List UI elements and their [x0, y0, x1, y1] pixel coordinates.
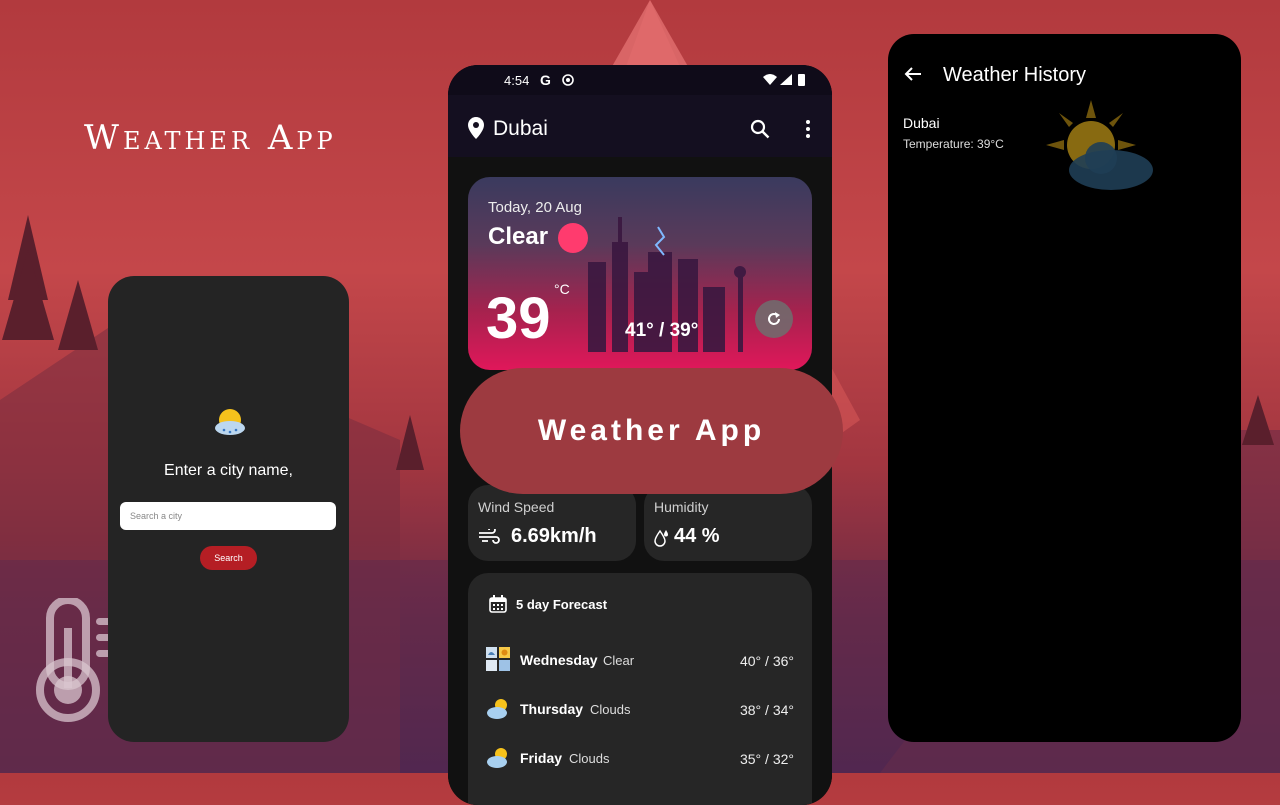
more-vert-icon[interactable]	[804, 119, 812, 139]
status-time: 4:54	[504, 73, 530, 88]
hero-temperature: 39	[486, 286, 551, 351]
city-title: Dubai	[493, 117, 548, 140]
notification-circle-icon	[562, 74, 574, 86]
refresh-icon	[768, 312, 780, 325]
history-entry-city[interactable]: Dubai	[903, 115, 940, 131]
hero-condition: Clear	[488, 223, 549, 250]
history-title: Weather History	[943, 64, 1087, 86]
search-icon[interactable]	[750, 119, 770, 139]
humidity-label: Humidity	[654, 499, 709, 515]
sun-cloud-snow-icon	[215, 409, 245, 435]
temperature-unit: °C	[554, 281, 570, 297]
wind-label: Wind Speed	[478, 499, 555, 515]
weather-app-badge: Weather App	[460, 368, 843, 494]
forecast-temps: 40° / 36°	[739, 653, 794, 669]
forecast-day: Wednesday	[520, 652, 598, 668]
search-heading: Enter a city name,	[164, 462, 293, 479]
search-button[interactable]: Search	[200, 546, 257, 570]
sun-cloud-icon	[1046, 100, 1153, 190]
app-bar: Dubai	[448, 95, 832, 157]
forecast-row: Friday Clouds 35° / 32°	[486, 745, 796, 771]
forecast-condition: Clear	[603, 653, 635, 668]
wind-value: 6.69km/h	[511, 525, 597, 547]
refresh-button[interactable]	[755, 300, 793, 338]
wind-speed-card: Wind Speed 6.69km/h	[468, 485, 636, 561]
history-entry-temperature: Temperature: 39°C	[903, 137, 1004, 151]
forecast-title: 5 day Forecast	[516, 597, 608, 612]
calendar-icon	[489, 595, 507, 613]
forecast-temps: 35° / 32°	[739, 751, 794, 767]
forecast-condition: Clouds	[590, 702, 631, 717]
forecast-temps: 38° / 34°	[739, 702, 794, 718]
back-arrow-icon[interactable]	[904, 66, 922, 82]
humidity-value: 44 %	[674, 525, 720, 547]
promo-title: Weather App	[84, 118, 337, 158]
weather-grid-icon	[486, 647, 510, 671]
current-weather-card: Today, 20 Aug Clear 39 °C 41° / 39°	[468, 177, 812, 370]
status-bar: 4:54 G	[448, 65, 832, 95]
hero-temp-range: 41° / 39°	[625, 320, 699, 341]
droplet-icon	[654, 529, 668, 547]
sun-cloud-icon	[487, 748, 507, 768]
sun-cloud-icon	[487, 699, 507, 719]
wind-icon	[479, 529, 500, 544]
status-signal-icons	[763, 74, 805, 86]
forecast-condition: Clouds	[569, 751, 610, 766]
search-input[interactable]	[120, 502, 336, 530]
hero-date: Today, 20 Aug	[488, 199, 582, 216]
humidity-card: Humidity 44 %	[644, 485, 812, 561]
forecast-row: Thursday Clouds 38° / 34°	[486, 696, 796, 722]
forecast-row: Wednesday Clear 40° / 36°	[486, 647, 796, 673]
location-pin-icon	[468, 117, 484, 139]
forecast-day: Thursday	[520, 701, 584, 717]
forecast-day: Friday	[520, 750, 563, 766]
forecast-card: 5 day Forecast Wednesday Clear 40° / 36°…	[468, 573, 812, 805]
weather-history-phone: Weather History Dubai Temperature: 39°C	[888, 34, 1241, 742]
g-notification-icon: G	[540, 72, 551, 88]
